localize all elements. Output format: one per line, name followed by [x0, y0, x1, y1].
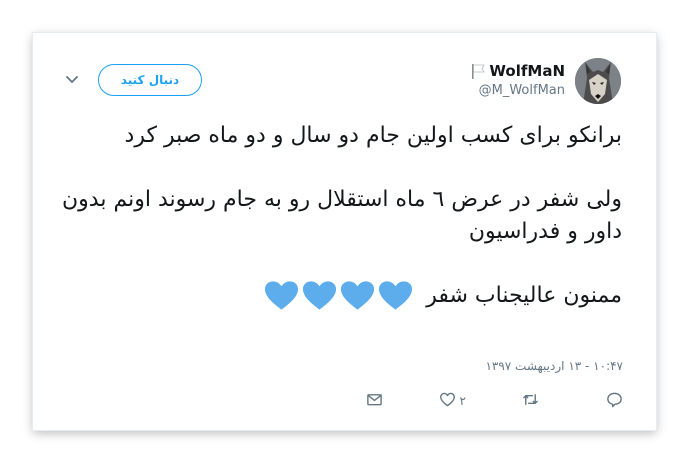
display-name: WolfMaN — [489, 62, 565, 80]
blue-heart-icon — [264, 280, 299, 312]
heart-icon — [439, 391, 456, 411]
user-handle[interactable]: @M_WolfMan — [470, 83, 565, 98]
user-names: WolfMaN @M_WolfMan — [470, 62, 565, 98]
tweet-text: برانکو برای کسب اولین جام دو سال و دو ما… — [62, 120, 622, 312]
tweet-paragraph-1: برانکو برای کسب اولین جام دو سال و دو ما… — [124, 123, 622, 148]
follow-button[interactable]: دنبال کنید — [98, 64, 202, 96]
tweet-card: WolfMaN @M_WolfMan دنبال کنید برانکو برا… — [33, 33, 656, 430]
tweet-header: WolfMaN @M_WolfMan دنبال کنید — [33, 56, 656, 106]
blue-heart-icon — [302, 280, 337, 312]
retweet-button[interactable] — [522, 391, 539, 411]
user-avatar[interactable] — [575, 58, 621, 104]
tweet-paragraph-2: ولی شفر در عرض ٦ ماه استقلال رو به جام ر… — [62, 187, 622, 244]
wolf-avatar-icon — [575, 58, 621, 104]
display-name-row[interactable]: WolfMaN — [470, 62, 565, 80]
chevron-down-icon[interactable] — [63, 70, 81, 88]
tweet-thanks-text: ممنون عالیجناب شفر — [426, 283, 622, 308]
like-count: ۲ — [459, 394, 466, 408]
like-button[interactable]: ۲ — [439, 391, 466, 411]
direct-message-button[interactable] — [366, 391, 383, 411]
blue-heart-icon — [378, 280, 413, 312]
blue-heart-icon — [340, 280, 375, 312]
reply-button[interactable] — [606, 391, 623, 411]
tweet-timestamp[interactable]: ۱۰:۴۷ - ۱۳ اردیبهشت ۱۳۹۷ — [485, 359, 623, 373]
tweet-paragraph-3: ممنون عالیجناب شفر — [62, 280, 622, 312]
white-flag-icon — [470, 63, 486, 79]
blue-heart-emojis — [264, 280, 413, 312]
envelope-icon — [366, 391, 383, 411]
tweet-actions: ۲ — [33, 391, 656, 415]
reply-icon — [606, 391, 623, 411]
retweet-icon — [522, 391, 539, 411]
